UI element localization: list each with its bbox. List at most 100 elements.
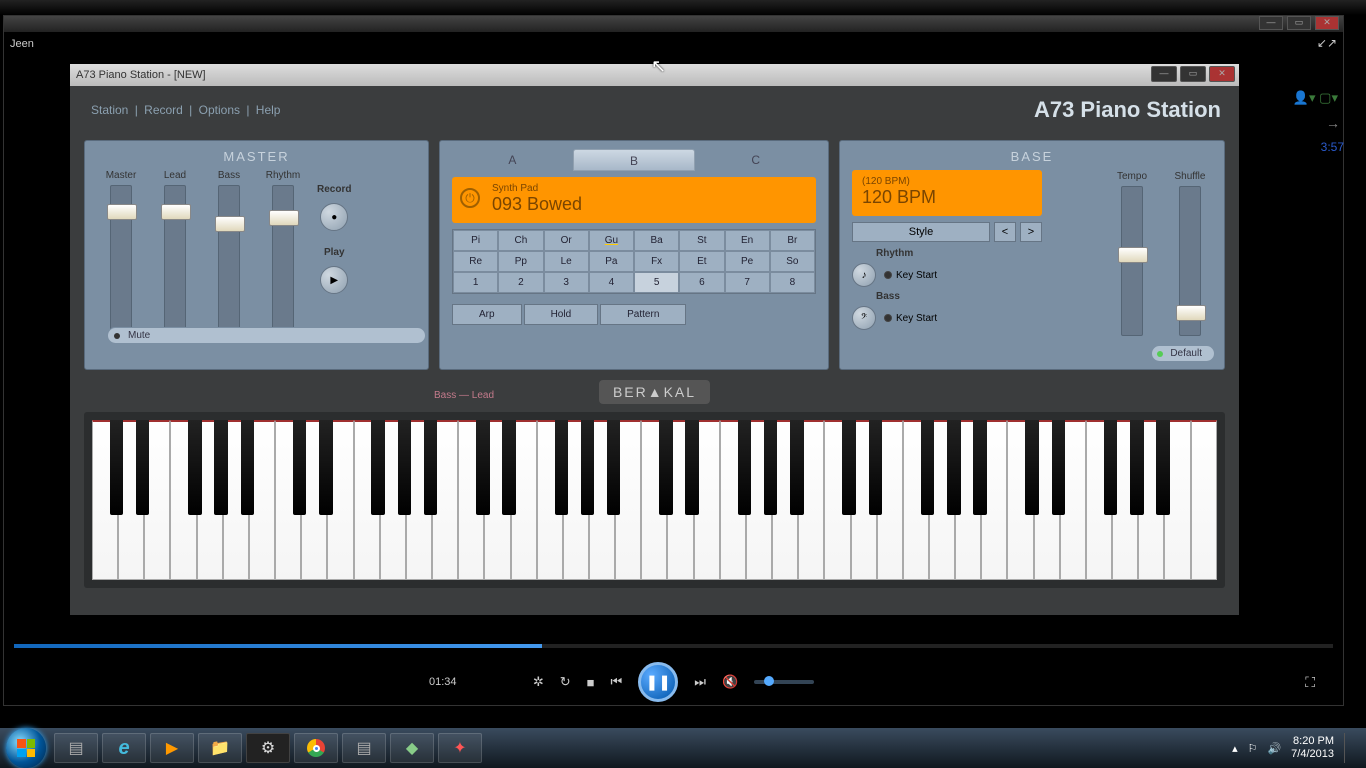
bass-play-button[interactable]: 𝄢 [852,306,876,330]
menu-station[interactable]: Station [88,103,131,117]
inst-cell-Et[interactable]: Et [679,251,724,272]
default-chip[interactable]: Default [1152,346,1214,361]
black-key[interactable] [973,420,987,515]
slider-lead-track[interactable] [164,185,186,335]
slider-lead-thumb[interactable] [161,204,191,220]
wmp-volume-slider[interactable] [754,680,814,684]
inst-cell-5[interactable]: 5 [634,272,679,293]
patch-display[interactable]: ⏻ Synth Pad 093 Bowed [452,177,816,223]
style-prev-button[interactable]: < [994,222,1016,242]
mute-button[interactable]: Mute [107,327,426,344]
inst-cell-Pa[interactable]: Pa [589,251,634,272]
slider-shuffle-thumb[interactable] [1176,305,1206,321]
wmp-repeat-icon[interactable]: ↻ [560,674,571,690]
slider-shuffle-track[interactable] [1179,186,1201,336]
black-key[interactable] [738,420,752,515]
wmp-pause-button[interactable]: ❚❚ [638,662,678,702]
piano-titlebar[interactable]: A73 Piano Station - [NEW] — ▭ ✕ [70,64,1239,86]
wmp-switch-mode-icon[interactable]: ↙↗ [1317,36,1337,50]
black-key[interactable] [319,420,333,515]
slider-bass-thumb[interactable] [215,216,245,232]
wmp-next-icon[interactable]: ⏭ [694,674,706,690]
power-icon[interactable]: ⏻ [460,188,480,208]
inst-cell-1[interactable]: 1 [453,272,498,293]
slider-tempo-track[interactable] [1121,186,1143,336]
slider-master-thumb[interactable] [107,204,137,220]
white-key[interactable] [1191,420,1217,580]
menu-record[interactable]: Record [141,103,186,117]
wmp-prev-icon[interactable]: ⏮ [611,674,623,690]
black-key[interactable] [214,420,228,515]
slider-tempo-thumb[interactable] [1118,247,1148,263]
inst-cell-Pe[interactable]: Pe [725,251,770,272]
black-key[interactable] [188,420,202,515]
style-next-button[interactable]: > [1020,222,1042,242]
wmp-titlebar[interactable]: — ▭ ✕ [4,16,1343,32]
piano-maximize-button[interactable]: ▭ [1180,66,1206,82]
mode-hold-button[interactable]: Hold [524,304,599,325]
tab-B[interactable]: B [573,149,696,171]
slider-rhythm-track[interactable] [272,185,294,335]
inst-cell-8[interactable]: 8 [770,272,815,293]
inst-cell-So[interactable]: So [770,251,815,272]
menu-options[interactable]: Options [196,103,243,117]
taskbar-app-9[interactable]: ✦ [438,733,482,763]
black-key[interactable] [293,420,307,515]
taskbar-ie-icon[interactable]: e [102,733,146,763]
style-button[interactable]: Style [852,222,990,242]
black-key[interactable] [424,420,438,515]
tray-volume-icon[interactable]: 🔊 [1267,742,1281,755]
rhythm-keystart[interactable]: Key Start [884,270,937,281]
mode-pattern-button[interactable]: Pattern [600,304,686,325]
inst-cell-Re[interactable]: Re [453,251,498,272]
rhythm-play-button[interactable]: ♪ [852,263,876,287]
black-key[interactable] [476,420,490,515]
black-key[interactable] [1130,420,1144,515]
inst-cell-6[interactable]: 6 [679,272,724,293]
inst-cell-Or[interactable]: Or [544,230,589,251]
menu-help[interactable]: Help [253,103,284,117]
black-key[interactable] [790,420,804,515]
record-button[interactable]: ● [320,203,348,231]
taskbar-app-8[interactable]: ◆ [390,733,434,763]
inst-cell-Le[interactable]: Le [544,251,589,272]
taskbar-app-5[interactable]: ⚙ [246,733,290,763]
inst-cell-Gu[interactable]: Gu [589,230,634,251]
wmp-shuffle-icon[interactable]: ✲ [533,674,544,690]
black-key[interactable] [581,420,595,515]
black-key[interactable] [921,420,935,515]
black-key[interactable] [685,420,699,515]
black-key[interactable] [1025,420,1039,515]
wmp-minimize-button[interactable]: — [1259,16,1283,30]
start-button[interactable] [6,728,46,768]
slider-bass-track[interactable] [218,185,240,335]
inst-cell-4[interactable]: 4 [589,272,634,293]
black-key[interactable] [1104,420,1118,515]
black-key[interactable] [842,420,856,515]
black-key[interactable] [502,420,516,515]
inst-cell-Pi[interactable]: Pi [453,230,498,251]
wmp-progress-bar[interactable] [14,644,1333,648]
black-key[interactable] [1156,420,1170,515]
taskbar-wmp-icon[interactable]: ▶ [150,733,194,763]
inst-cell-Pp[interactable]: Pp [498,251,543,272]
taskbar-explorer-icon[interactable]: 📁 [198,733,242,763]
tray-clock[interactable]: 8:20 PM 7/4/2013 [1291,735,1334,761]
black-key[interactable] [136,420,150,515]
tab-C[interactable]: C [695,149,816,171]
tray-flag-icon[interactable]: ⚐ [1248,742,1258,755]
tab-A[interactable]: A [452,149,573,171]
wmp-mute-icon[interactable]: 🔇 [722,674,738,690]
taskbar-app-1[interactable]: ▤ [54,733,98,763]
tray-arrow-icon[interactable]: ▴ [1232,742,1238,755]
black-key[interactable] [398,420,412,515]
inst-cell-Ba[interactable]: Ba [634,230,679,251]
slider-master-track[interactable] [110,185,132,335]
black-key[interactable] [764,420,778,515]
sidebar-avatar-icon[interactable]: 👤▾ ▢▾ [1293,90,1338,106]
black-key[interactable] [555,420,569,515]
black-key[interactable] [1052,420,1066,515]
inst-cell-Br[interactable]: Br [770,230,815,251]
black-key[interactable] [110,420,124,515]
black-key[interactable] [659,420,673,515]
